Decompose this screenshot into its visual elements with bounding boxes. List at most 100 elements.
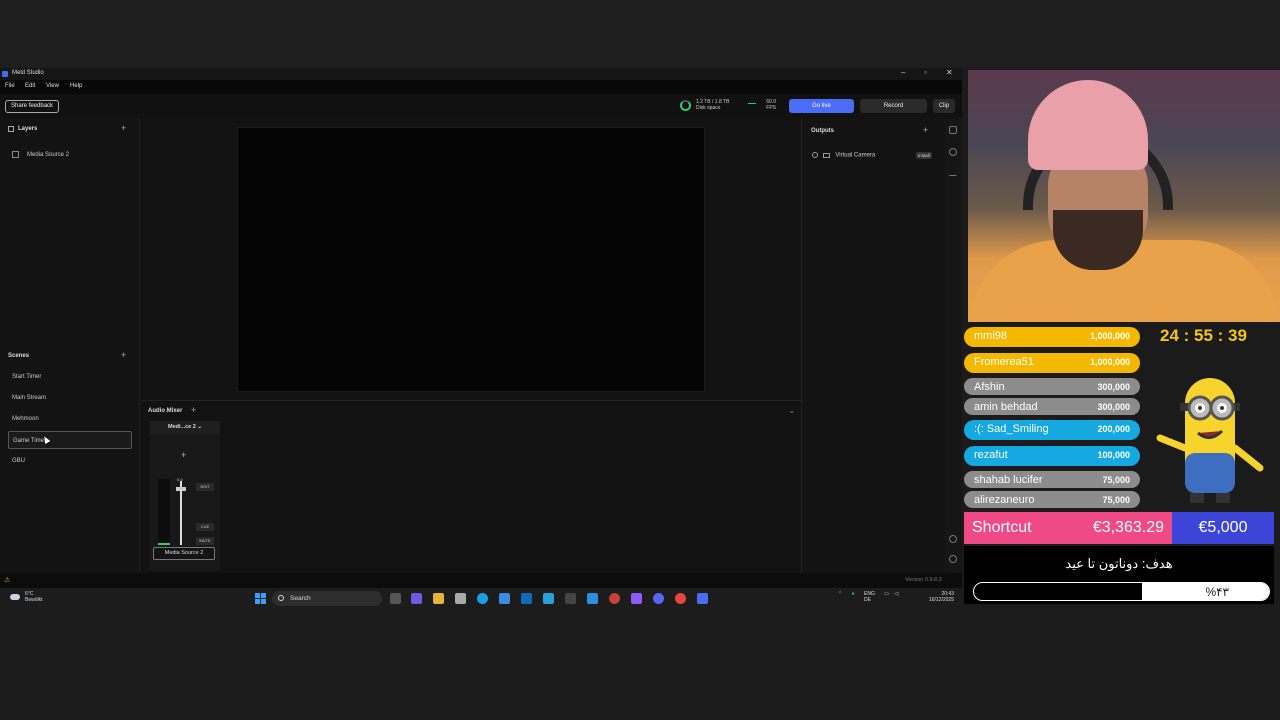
- goal-progress-bar: %۴۳: [973, 582, 1270, 601]
- tray-chevron-icon[interactable]: ⌃: [838, 591, 842, 597]
- rider-icon[interactable]: [631, 593, 642, 604]
- chat-icon[interactable]: [949, 148, 957, 156]
- weather-desc: Bewölkt: [25, 597, 43, 603]
- outlook-icon[interactable]: [521, 593, 532, 604]
- donor-amount: 1,000,000: [1089, 357, 1130, 367]
- app2-icon[interactable]: [543, 593, 554, 604]
- channel-selector[interactable]: Medi...ce 2 ⌄: [150, 421, 220, 434]
- donor-amount: 75,000: [1102, 475, 1130, 485]
- donor-name: shahab lucifer: [974, 474, 1043, 486]
- clip-button[interactable]: Clip: [933, 99, 955, 113]
- store-icon[interactable]: [455, 593, 466, 604]
- donor-amount: 1,000,000: [1089, 331, 1130, 341]
- status-bar: ⚠ Version 0.9.8.3: [0, 573, 962, 588]
- file-explorer-icon[interactable]: [433, 593, 444, 604]
- taskbar-search[interactable]: Search: [272, 591, 382, 606]
- scene-game-time[interactable]: Game Time: [8, 431, 132, 449]
- close-button[interactable]: ✕: [946, 68, 953, 77]
- outputs-title: Outputs: [811, 128, 834, 134]
- webcam-cap: [1028, 80, 1148, 170]
- taskbar-clock[interactable]: 20:43 16/12/2025: [918, 591, 954, 603]
- virtual-camera-label: Virtual Camera: [835, 152, 876, 159]
- level-meter: [158, 479, 170, 545]
- version-label: Version 0.9.8.3: [905, 577, 942, 583]
- language-indicator[interactable]: ENG DE: [864, 591, 875, 603]
- tray-mic-icon[interactable]: ●: [852, 591, 855, 597]
- donor-row: rezafut 100,000: [964, 446, 1140, 466]
- add-scene-button[interactable]: +: [121, 350, 126, 360]
- add-filter-button[interactable]: +: [181, 450, 186, 460]
- clock-date: 16/12/2025: [928, 597, 954, 603]
- donor-amount: 300,000: [1097, 382, 1130, 392]
- menu-view[interactable]: View: [46, 83, 59, 89]
- network-icon[interactable]: ▭: [884, 591, 889, 597]
- donor-amount: 300,000: [1097, 402, 1130, 412]
- lang-2: DE: [864, 597, 871, 603]
- maximize-button[interactable]: ▫: [924, 68, 927, 77]
- warning-icon[interactable]: ⚠: [4, 576, 10, 584]
- fps-line-icon: [748, 103, 756, 104]
- discord-icon[interactable]: [653, 593, 664, 604]
- mute-button[interactable]: MUTE: [196, 537, 214, 545]
- donor-name: mmi98: [974, 330, 1008, 342]
- add-output-button[interactable]: +: [923, 125, 928, 135]
- meld-studio-window: Meld Studio – ▫ ✕ File Edit View Help Sh…: [0, 68, 962, 610]
- menu-edit[interactable]: Edit: [25, 83, 35, 89]
- virtual-camera-item[interactable]: Virtual Camera: [812, 152, 875, 159]
- donor-name: alirezaneuro: [974, 494, 1035, 506]
- meld-studio-taskbar-icon[interactable]: [697, 593, 708, 604]
- cue-button[interactable]: CUE: [196, 523, 214, 531]
- scene-gbu[interactable]: GBU: [8, 452, 132, 470]
- install-button[interactable]: Install: [916, 152, 932, 159]
- stats-icon[interactable]: [949, 168, 957, 176]
- goal-current-panel: Shortcut €3,363.29: [964, 512, 1172, 544]
- source-badge[interactable]: Media Source 2: [153, 547, 215, 560]
- window-title: Meld Studio: [12, 70, 44, 76]
- volume-fader-handle[interactable]: [176, 487, 186, 491]
- settings-icon[interactable]: [949, 535, 957, 543]
- chrome-icon[interactable]: [675, 593, 686, 604]
- terminal-icon[interactable]: [565, 593, 576, 604]
- minimize-button[interactable]: –: [901, 68, 905, 77]
- account-icon[interactable]: [949, 555, 957, 563]
- chevron-down-icon[interactable]: ⌄: [789, 407, 795, 415]
- app-logo-icon: [2, 71, 8, 77]
- scene-mehmoon[interactable]: Mehmoon: [8, 410, 132, 428]
- task-view-icon[interactable]: [390, 593, 401, 604]
- go-live-button[interactable]: Go live: [789, 99, 854, 113]
- volume-icon[interactable]: ◁: [894, 591, 898, 597]
- layer-label: Media Source 2: [27, 152, 70, 159]
- camera-icon: [822, 152, 830, 158]
- layer-item[interactable]: Media Source 2: [12, 151, 69, 158]
- scene-start-timer[interactable]: Start Timer: [8, 368, 132, 386]
- app3-icon[interactable]: [609, 593, 620, 604]
- app-icon[interactable]: [499, 593, 510, 604]
- webcam-feed: [968, 70, 1280, 322]
- donor-row: :(: Sad_Smiling 200,000: [964, 420, 1140, 440]
- scenes-title: Scenes: [8, 353, 30, 359]
- donor-name: Fromerea51: [974, 356, 1034, 368]
- copilot-icon[interactable]: [411, 593, 422, 604]
- preview-canvas[interactable]: [237, 127, 705, 392]
- edge-icon[interactable]: [477, 593, 488, 604]
- system-tray[interactable]: ⌃ ● ENG DE ▭ ◁: [838, 591, 898, 603]
- edit-button[interactable]: EDIT: [196, 483, 214, 491]
- menu-help[interactable]: Help: [70, 83, 82, 89]
- properties-icon[interactable]: [949, 126, 957, 134]
- share-feedback-button[interactable]: Share feedback: [5, 100, 60, 113]
- goal-current: €3,363.29: [1092, 519, 1164, 536]
- goal-title: هدف: دوناتون تا عید: [1065, 556, 1173, 571]
- audio-mixer-title: Audio Mixer: [148, 408, 183, 414]
- record-button[interactable]: Record: [860, 99, 927, 113]
- background-band-bottom: [0, 610, 1280, 720]
- donathon-goal: هدف: دوناتون تا عید %۴۳: [964, 546, 1274, 604]
- windows-start-icon[interactable]: [255, 593, 266, 604]
- scene-main-stream[interactable]: Main Stream: [8, 389, 132, 407]
- minion-mascot: [1156, 378, 1264, 503]
- vscode-icon[interactable]: [587, 593, 598, 604]
- menu-file[interactable]: File: [5, 83, 15, 89]
- disk-ring-icon: [680, 100, 691, 111]
- outputs-panel: Outputs + Virtual Camera Install: [801, 118, 945, 573]
- add-audio-button[interactable]: +: [191, 405, 196, 415]
- add-layer-button[interactable]: +: [121, 123, 126, 133]
